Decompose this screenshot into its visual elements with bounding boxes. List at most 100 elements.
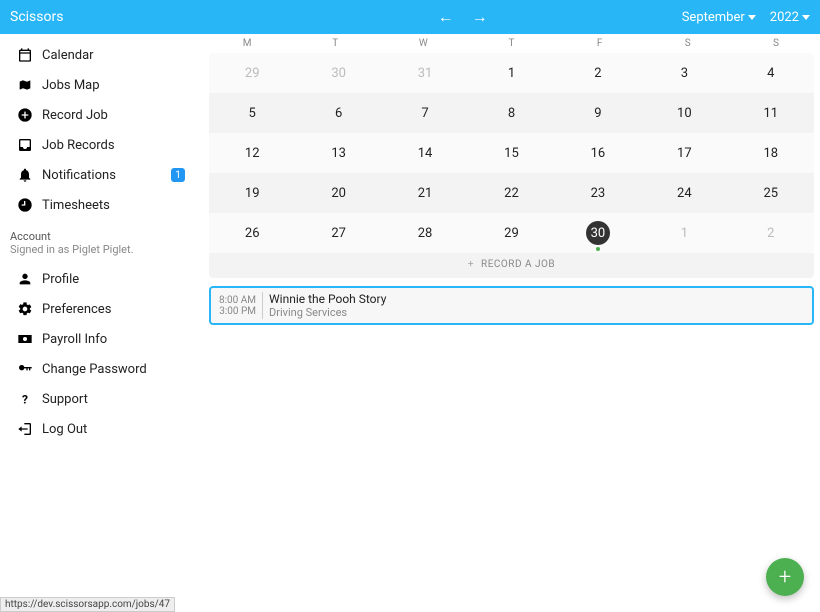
calendar-day[interactable]: 15 <box>468 141 554 165</box>
day-number: 16 <box>586 141 610 165</box>
day-header: S <box>732 38 820 49</box>
key-icon <box>12 361 38 377</box>
job-start-time: 8:00 AM <box>219 295 256 306</box>
day-number: 10 <box>672 101 696 125</box>
calendar-day[interactable]: 2 <box>555 61 641 85</box>
calendar-day[interactable]: 20 <box>295 181 381 205</box>
plus-icon: + <box>468 259 474 270</box>
day-number: 29 <box>240 61 264 85</box>
person-icon <box>12 271 38 287</box>
sidebar-item-payroll-info[interactable]: Payroll Info <box>0 324 203 354</box>
calendar-day[interactable]: 8 <box>468 101 554 125</box>
gear-icon <box>12 301 38 317</box>
calendar-grid: 2930311234567891011121314151617181920212… <box>209 53 814 253</box>
calendar-day[interactable]: 14 <box>382 141 468 165</box>
sidebar-item-preferences[interactable]: Preferences <box>0 294 203 324</box>
calendar-day[interactable]: 16 <box>555 141 641 165</box>
sidebar-item-log-out[interactable]: Log Out <box>0 414 203 444</box>
calendar-day[interactable]: 27 <box>295 221 381 245</box>
calendar-day[interactable]: 2 <box>728 221 814 245</box>
calendar-day[interactable]: 3 <box>641 61 727 85</box>
bell-icon <box>12 167 38 183</box>
record-job-button[interactable]: + RECORD A JOB <box>209 253 814 278</box>
day-number: 24 <box>672 181 696 205</box>
main-content: MTWTFSS 29303112345678910111213141516171… <box>203 34 820 612</box>
sidebar-item-profile[interactable]: Profile <box>0 264 203 294</box>
calendar-day[interactable]: 9 <box>555 101 641 125</box>
day-number: 5 <box>240 101 264 125</box>
day-number: 28 <box>413 221 437 245</box>
sidebar-item-label: Preferences <box>42 302 191 317</box>
calendar-day[interactable]: 31 <box>382 61 468 85</box>
day-number: 2 <box>759 221 783 245</box>
calendar-day[interactable]: 29 <box>468 221 554 245</box>
day-number: 9 <box>586 101 610 125</box>
clock-icon <box>12 197 38 213</box>
calendar-day[interactable]: 10 <box>641 101 727 125</box>
job-title: Winnie the Pooh Story <box>269 292 386 306</box>
sidebar-item-notifications[interactable]: Notifications1 <box>0 160 203 190</box>
calendar-day[interactable]: 21 <box>382 181 468 205</box>
calendar-day[interactable]: 24 <box>641 181 727 205</box>
job-end-time: 3:00 PM <box>219 306 256 317</box>
day-number: 18 <box>759 141 783 165</box>
sidebar-item-support[interactable]: ?Support <box>0 384 203 414</box>
year-selector[interactable]: 2022 <box>770 10 810 25</box>
account-header: Account <box>0 220 203 243</box>
calendar-day[interactable]: 7 <box>382 101 468 125</box>
month-nav: ← → <box>438 7 488 27</box>
calendar-day[interactable]: 12 <box>209 141 295 165</box>
calendar-row: 1213 14 15 16 17 18 <box>209 133 814 173</box>
header-bar: Scissors ← → September 2022 <box>0 0 820 34</box>
calendar-day[interactable]: 1 <box>468 61 554 85</box>
day-number: 17 <box>672 141 696 165</box>
day-number: 3 <box>672 61 696 85</box>
day-header: S <box>644 38 732 49</box>
calendar-day[interactable]: 23 <box>555 181 641 205</box>
brand-title: Scissors <box>10 9 63 25</box>
calendar-day[interactable]: 30 <box>555 221 641 245</box>
calendar-day[interactable]: 26 <box>209 221 295 245</box>
day-number: 14 <box>413 141 437 165</box>
sidebar-item-jobs-map[interactable]: Jobs Map <box>0 70 203 100</box>
sidebar-item-label: Job Records <box>42 138 191 153</box>
calendar-day[interactable]: 5 <box>209 101 295 125</box>
calendar-day-headers: MTWTFSS <box>203 34 820 53</box>
add-fab-button[interactable]: + <box>766 558 804 596</box>
calendar-day[interactable]: 22 <box>468 181 554 205</box>
record-job-label: RECORD A JOB <box>481 259 555 270</box>
calendar-day[interactable]: 28 <box>382 221 468 245</box>
calendar-day[interactable]: 4 <box>728 61 814 85</box>
calendar-day[interactable]: 13 <box>295 141 381 165</box>
chevron-down-icon <box>748 15 756 20</box>
next-arrow-icon[interactable]: → <box>472 7 488 27</box>
calendar-day[interactable]: 29 <box>209 61 295 85</box>
day-number: 22 <box>499 181 523 205</box>
job-card[interactable]: 8:00 AM 3:00 PM Winnie the Pooh Story Dr… <box>209 286 814 325</box>
sidebar-item-change-password[interactable]: Change Password <box>0 354 203 384</box>
job-subtitle: Driving Services <box>269 306 386 319</box>
sidebar-item-job-records[interactable]: Job Records <box>0 130 203 160</box>
day-header: T <box>291 38 379 49</box>
calendar-day[interactable]: 25 <box>728 181 814 205</box>
account-signed-in: Signed in as Piglet Piglet. <box>0 243 203 264</box>
inbox-icon <box>12 137 38 153</box>
calendar-day[interactable]: 19 <box>209 181 295 205</box>
calendar-day[interactable]: 17 <box>641 141 727 165</box>
event-dot-icon <box>596 247 600 251</box>
calendar-day[interactable]: 1 <box>641 221 727 245</box>
job-times: 8:00 AM 3:00 PM <box>219 292 263 319</box>
day-header: W <box>379 38 467 49</box>
chevron-down-icon <box>802 15 810 20</box>
sidebar-item-record-job[interactable]: Record Job <box>0 100 203 130</box>
calendar-day[interactable]: 6 <box>295 101 381 125</box>
calendar-day[interactable]: 11 <box>728 101 814 125</box>
sidebar-item-label: Calendar <box>42 48 191 63</box>
day-number: 23 <box>586 181 610 205</box>
calendar-day[interactable]: 18 <box>728 141 814 165</box>
calendar-day[interactable]: 30 <box>295 61 381 85</box>
sidebar-item-calendar[interactable]: Calendar <box>0 40 203 70</box>
month-selector[interactable]: September <box>682 10 756 25</box>
prev-arrow-icon[interactable]: ← <box>438 7 454 27</box>
sidebar-item-timesheets[interactable]: Timesheets <box>0 190 203 220</box>
